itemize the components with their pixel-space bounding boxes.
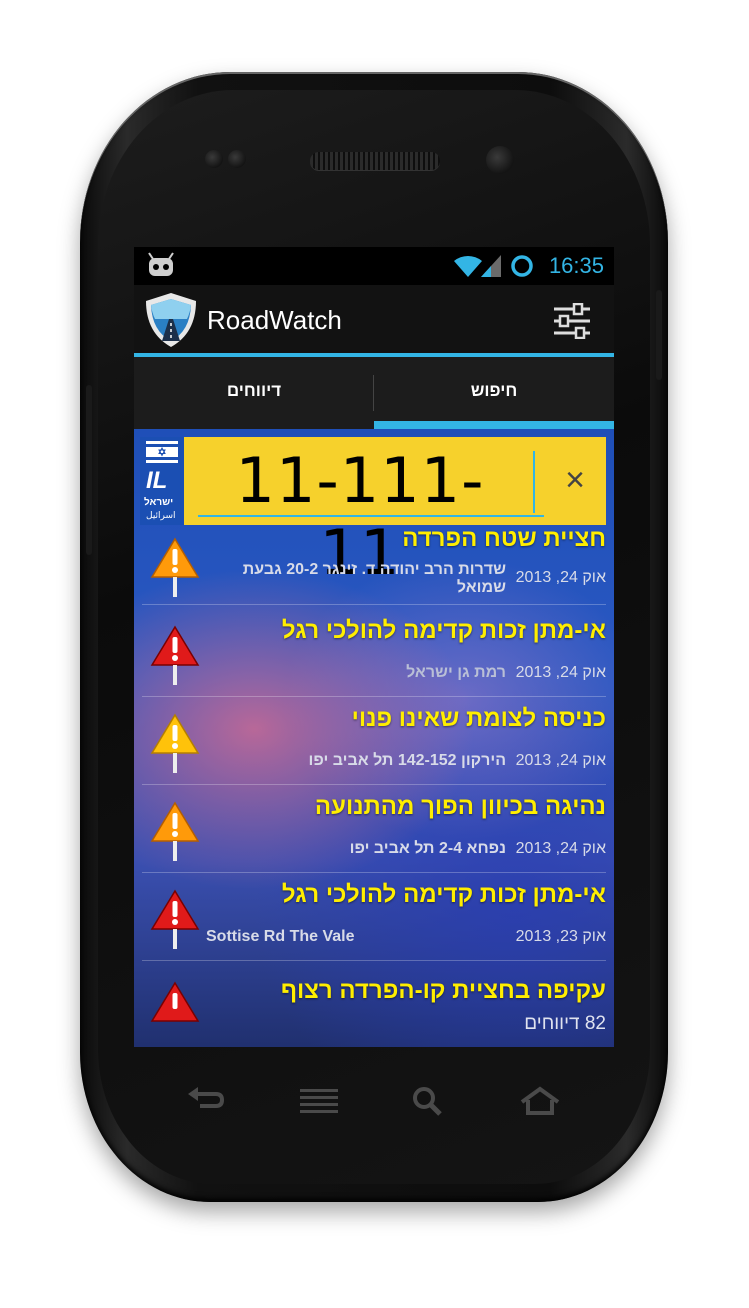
report-address: הירקון 142-152 תל אביב יפו [308,752,506,769]
app-title: RoadWatch [207,305,342,335]
plate-number-input[interactable]: 11-111-11 [200,445,520,589]
report-date: אוק 24, 2013 [515,752,606,769]
report-title: כניסה לצומת שאינו פנוי [351,705,606,732]
list-item[interactable]: כניסה לצומת שאינו פנוי אוק 24, 2013 הירק… [142,697,606,785]
power-button [656,290,662,380]
input-underline [198,515,544,517]
home-icon[interactable] [518,1086,562,1116]
warning-red-icon [150,889,200,949]
report-title: אי-מתן זכות קדימה להולכי רגל [281,881,606,908]
light-sensor [228,150,246,168]
shield-road-icon[interactable] [142,291,200,349]
list-item[interactable]: אי-מתן זכות קדימה להולכי רגל אוק 23, 201… [142,873,606,961]
back-icon[interactable] [186,1086,224,1116]
warning-orange-icon [150,713,200,773]
warning-red-icon [150,625,200,685]
search-icon[interactable] [412,1086,444,1116]
tab-bar: דיווחים חיפוש [134,357,614,429]
report-date: אוק 23, 2013 [515,928,606,945]
front-camera [486,146,514,174]
text-cursor [533,451,535,513]
report-date: אוק 24, 2013 [515,840,606,857]
report-address-line: שדרות הרב יהודה ד. זינגר 20-2 גבעת [242,561,506,578]
report-title: אי-מתן זכות קדימה להולכי רגל [281,617,606,644]
warning-red-icon [150,981,200,1022]
report-date: אוק 24, 2013 [515,569,606,586]
android-bug-icon [148,252,174,276]
sliders-icon[interactable] [552,303,592,339]
warning-orange-icon [150,537,200,597]
israel-flag-icon [146,441,178,463]
status-bar: 16:35 [134,247,614,285]
tab-selected-indicator [374,421,614,429]
report-address: Sottise Rd The Vale [206,928,355,945]
earpiece-speaker [310,152,440,170]
search-content: IL ישראל اسرائيل 11-111-11 × חציית שטח ה… [134,429,614,1047]
warning-orange-icon [150,801,200,861]
report-title: עקיפה בחציית קו-הפרדה רצוף [280,977,606,1004]
tab-search[interactable]: חיפוש [374,357,614,429]
license-plate: IL ישראל اسرائيل 11-111-11 × [140,437,606,589]
report-address: רמת גן ישראל [406,664,506,681]
list-item[interactable]: אי-מתן זכות קדימה להולכי רגל אוק 24, 201… [142,609,606,697]
report-title: חציית שטח הפרדה [402,525,606,552]
signal-icon [481,255,501,277]
plate-hebrew-text: ישראל [144,497,174,508]
screen: 16:35 RoadWatch דיווחים חיפוש IL ישראל ا… [134,247,614,1047]
close-icon[interactable]: × [560,463,590,497]
sync-circle-icon [511,255,533,277]
proximity-sensor [205,150,223,168]
report-address: נפחא 2-4 תל אביב יפו [349,840,506,857]
action-bar: RoadWatch [134,285,614,357]
volume-button [86,385,92,555]
list-item[interactable]: נהיגה בכיוון הפוך מהתנועה אוק 24, 2013 נ… [142,785,606,873]
report-count: 82 דיווחים [524,1013,606,1034]
menu-icon[interactable] [300,1086,338,1116]
plate-arabic-text: اسرائيل [146,510,176,520]
list-item[interactable]: עקיפה בחציית קו-הפרדה רצוף 82 דיווחים [142,961,606,1047]
tab-reports[interactable]: דיווחים [134,357,374,429]
report-address: שדרות הרב יהודה ד. זינגר 20-2 גבעת שמואל [206,561,506,597]
report-date: אוק 24, 2013 [515,664,606,681]
plate-country-strip: IL ישראל اسرائيل [140,437,184,525]
plate-il-text: IL [146,467,168,494]
list-item[interactable]: חציית שטח הפרדה אוק 24, 2013 שדרות הרב י… [142,525,606,605]
status-time: 16:35 [548,253,604,278]
list-divider [142,604,606,605]
report-title: נהיגה בכיוון הפוך מהתנועה [314,793,606,820]
report-address-line: שמואל [456,579,506,596]
